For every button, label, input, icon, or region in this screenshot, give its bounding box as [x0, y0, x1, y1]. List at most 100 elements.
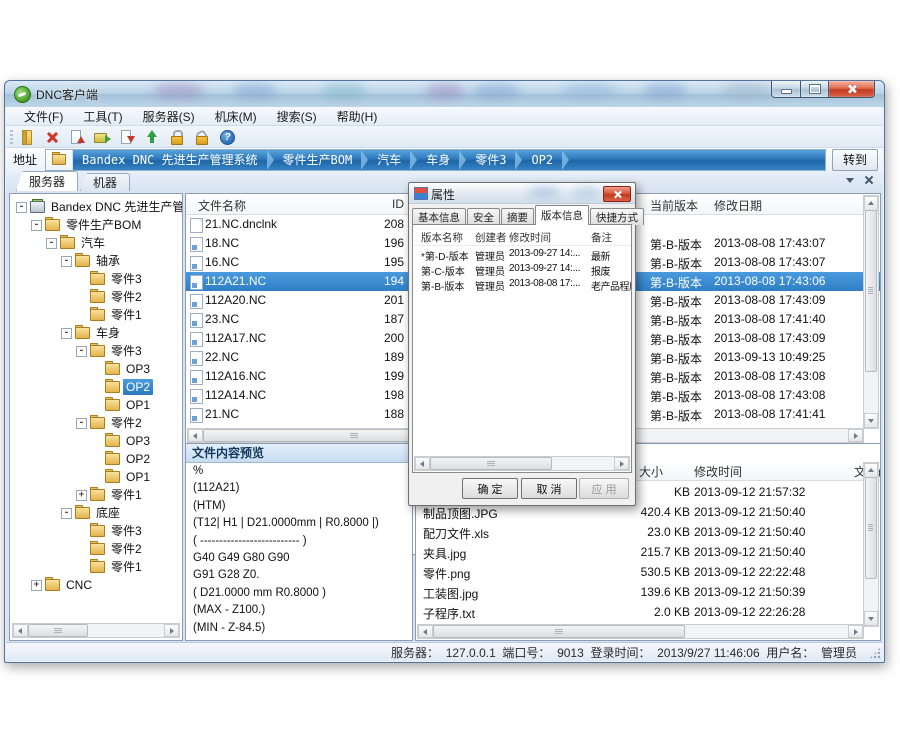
- tree-item[interactable]: + CNC: [10, 576, 182, 594]
- scroll-up-icon[interactable]: [864, 463, 878, 478]
- toolbar-button[interactable]: [218, 128, 236, 146]
- breadcrumb-item[interactable]: 零件生产BOM: [274, 150, 369, 170]
- ok-button[interactable]: 确 定: [462, 478, 518, 499]
- toolbar-button[interactable]: [18, 128, 36, 146]
- dialog-tab[interactable]: 基本信息: [412, 208, 466, 225]
- menu-item[interactable]: 帮助(H): [327, 108, 388, 125]
- tree-expander[interactable]: -: [46, 238, 57, 249]
- minimize-button[interactable]: [771, 81, 801, 98]
- panel-tab[interactable]: 服务器: [16, 171, 78, 191]
- tree-expander[interactable]: -: [76, 346, 87, 357]
- tree-item[interactable]: - Bandex DNC 先进生产管理系统: [10, 198, 182, 216]
- scroll-left-icon[interactable]: [418, 625, 433, 638]
- tree-item[interactable]: - 零件生产BOM: [10, 216, 182, 234]
- toolbar-gripper[interactable]: [10, 130, 13, 144]
- tree-item[interactable]: OP3: [10, 360, 182, 378]
- toolbar-button[interactable]: [168, 128, 186, 146]
- menu-item[interactable]: 文件(F): [14, 108, 73, 125]
- breadcrumb-item[interactable]: 汽车: [368, 150, 417, 170]
- column-header-id[interactable]: ID: [346, 197, 404, 211]
- column-header-date[interactable]: 修改日期: [714, 197, 762, 214]
- scroll-right-icon[interactable]: [614, 457, 629, 470]
- cancel-button[interactable]: 取 消: [521, 478, 577, 499]
- dialog-title-bar[interactable]: 属性: [409, 183, 635, 204]
- dialog-tab[interactable]: 摘要: [501, 208, 534, 225]
- column-header-version-name[interactable]: 版本名称: [421, 230, 463, 245]
- menu-item[interactable]: 机床(M): [205, 108, 267, 125]
- tree-item[interactable]: - 零件3: [10, 342, 182, 360]
- tree-item[interactable]: OP2: [10, 450, 182, 468]
- file-list-vertical-scrollbar[interactable]: [863, 195, 879, 429]
- apply-button[interactable]: 应 用: [579, 478, 629, 499]
- breadcrumb-item[interactable]: 零件3: [466, 150, 522, 170]
- column-header-size[interactable]: 大小: [639, 463, 663, 480]
- toolbar-button[interactable]: [118, 128, 136, 146]
- title-bar[interactable]: DNC客户端: [5, 81, 884, 107]
- tree-expander[interactable]: -: [61, 508, 72, 519]
- tree-item[interactable]: 零件1: [10, 558, 182, 576]
- tree-item[interactable]: - 汽车: [10, 234, 182, 252]
- attachment-row[interactable]: 零件.png 530.5 KB 2013-09-12 22:22:48: [416, 562, 880, 582]
- tree-expander[interactable]: -: [16, 202, 27, 213]
- dialog-tab[interactable]: 快捷方式: [590, 208, 644, 225]
- tree-item[interactable]: - 底座: [10, 504, 182, 522]
- attachment-row[interactable]: 夹具.jpg 215.7 KB 2013-09-12 21:50:40: [416, 542, 880, 562]
- breadcrumb-item[interactable]: 车身: [417, 150, 466, 170]
- menu-item[interactable]: 工具(T): [73, 108, 132, 125]
- scrollbar-thumb[interactable]: [865, 210, 877, 372]
- version-row[interactable]: 第-C-版本 管理员 2013-09-27 14:... 报废: [413, 262, 631, 277]
- breadcrumb[interactable]: Bandex DNC 先进生产管理系统零件生产BOM汽车车身零件3OP2: [45, 149, 826, 171]
- toolbar-button[interactable]: [68, 128, 86, 146]
- tree-item[interactable]: - 车身: [10, 324, 182, 342]
- tree-expander[interactable]: -: [61, 328, 72, 339]
- scrollbar-thumb[interactable]: [865, 477, 877, 579]
- maximize-button[interactable]: [801, 81, 828, 98]
- tree-item[interactable]: + 零件1: [10, 486, 182, 504]
- toolbar-button[interactable]: [93, 128, 111, 146]
- panel-tab[interactable]: 机器: [80, 173, 130, 191]
- breadcrumb-item[interactable]: OP2: [522, 150, 569, 170]
- scroll-down-icon[interactable]: [864, 611, 878, 626]
- column-header-note[interactable]: 备注: [591, 230, 612, 245]
- column-header-modified[interactable]: 修改时间: [509, 230, 551, 245]
- menu-item[interactable]: 搜索(S): [267, 108, 327, 125]
- tree-item[interactable]: OP1: [10, 396, 182, 414]
- scroll-left-icon[interactable]: [188, 429, 203, 442]
- attachment-vertical-scrollbar[interactable]: [863, 462, 879, 627]
- resize-grip[interactable]: [869, 647, 881, 659]
- chevron-down-icon[interactable]: [846, 178, 854, 183]
- breadcrumb-item[interactable]: Bandex DNC 先进生产管理系统: [73, 150, 273, 170]
- tree-item[interactable]: - 轴承: [10, 252, 182, 270]
- column-header-creator[interactable]: 创建者: [475, 230, 507, 245]
- scrollbar-thumb[interactable]: [430, 457, 552, 470]
- dialog-tab[interactable]: 安全: [467, 208, 500, 225]
- scrollbar-thumb[interactable]: [433, 625, 685, 638]
- column-header-name[interactable]: 文件名称: [198, 197, 246, 214]
- attachment-horizontal-scrollbar[interactable]: [417, 624, 864, 639]
- tree-item[interactable]: 零件3: [10, 522, 182, 540]
- tree-expander[interactable]: -: [61, 256, 72, 267]
- tree-expander[interactable]: +: [31, 580, 42, 591]
- scroll-left-icon[interactable]: [415, 457, 430, 470]
- menu-item[interactable]: 服务器(S): [133, 108, 205, 125]
- scroll-right-icon[interactable]: [848, 429, 863, 442]
- attachment-row[interactable]: 配刀文件.xls 23.0 KB 2013-09-12 21:50:40: [416, 522, 880, 542]
- scroll-up-icon[interactable]: [864, 196, 878, 211]
- tree-item[interactable]: - 零件2: [10, 414, 182, 432]
- scroll-left-icon[interactable]: [13, 624, 28, 637]
- tree-horizontal-scrollbar[interactable]: [12, 623, 180, 638]
- tree-item[interactable]: OP3: [10, 432, 182, 450]
- column-header-time[interactable]: 修改时间: [694, 463, 742, 480]
- panel-close-icon[interactable]: [864, 175, 874, 185]
- close-button[interactable]: [828, 81, 875, 98]
- version-row[interactable]: 第-B-版本 管理员 2013-08-08 17:... 老产品程序: [413, 277, 631, 292]
- toolbar-button[interactable]: [43, 128, 61, 146]
- tree-item[interactable]: 零件2: [10, 540, 182, 558]
- scroll-right-icon[interactable]: [164, 624, 179, 637]
- attachment-row[interactable]: 子程序.txt 2.0 KB 2013-09-12 22:26:28: [416, 602, 880, 622]
- tree-expander[interactable]: -: [76, 418, 87, 429]
- tree-item[interactable]: 零件3: [10, 270, 182, 288]
- version-row[interactable]: *第-D-版本 管理员 2013-09-27 14:... 最新: [413, 247, 631, 262]
- toolbar-button[interactable]: [143, 128, 161, 146]
- column-header-version[interactable]: 当前版本: [650, 197, 698, 214]
